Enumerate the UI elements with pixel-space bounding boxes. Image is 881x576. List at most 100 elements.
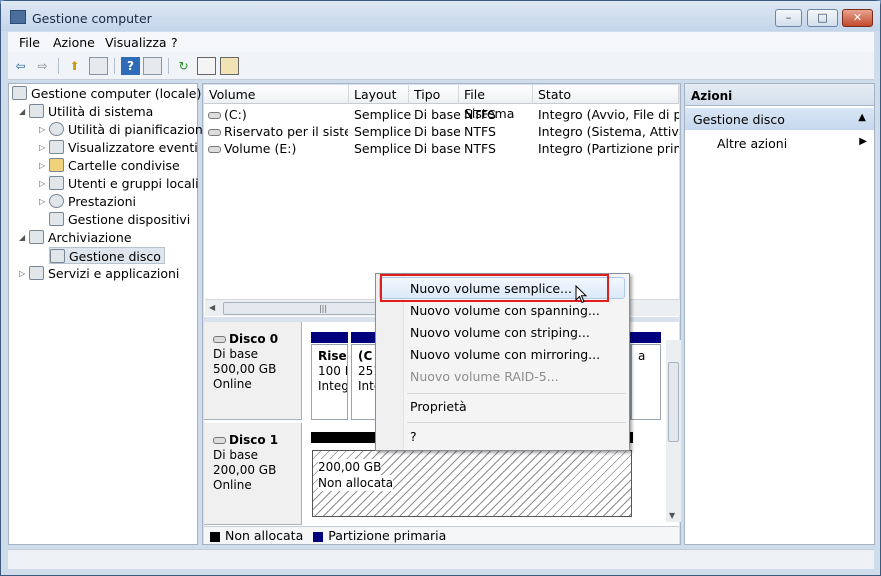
column-header-filesystem[interactable]: File Sistema — [459, 85, 533, 121]
show-hide-action-pane-icon[interactable] — [143, 57, 162, 75]
tree-item-system-tools[interactable]: ◢ Utilità di sistema — [19, 103, 153, 120]
forward-icon[interactable]: ⇨ — [33, 57, 52, 75]
menu-separator — [407, 422, 626, 423]
vertical-scrollbar[interactable]: ▼ — [666, 340, 681, 522]
legend: Non allocata Partizione primaria — [204, 526, 679, 544]
menu-item-new-striped-volume[interactable]: Nuovo volume con striping... — [410, 325, 590, 341]
up-folder-icon[interactable]: ⬆ — [65, 57, 84, 75]
tree-item-label: Gestione computer (locale) — [31, 86, 202, 101]
tree-item-device-manager[interactable]: Gestione dispositivi — [49, 211, 190, 228]
menu-azione[interactable]: Azione — [53, 35, 95, 50]
tree-item-label: Prestazioni — [68, 194, 137, 209]
unallocated-label: Non allocata — [318, 475, 394, 491]
table-row[interactable]: Volume (E:) — [208, 140, 348, 157]
volume-type: Di base — [414, 107, 461, 122]
menu-item-new-spanned-volume[interactable]: Nuovo volume con spanning... — [410, 303, 600, 319]
volume-name: (C:) — [224, 107, 247, 122]
collapsed-triangle-icon[interactable]: ▷ — [39, 157, 49, 174]
computer-management-icon — [10, 10, 26, 24]
disk-management-icon — [50, 249, 65, 263]
legend-swatch-primary — [313, 531, 324, 542]
tree-item-label: Utilità di pianificazione — [68, 122, 211, 137]
column-header-type[interactable]: Tipo — [409, 85, 459, 104]
collapsed-triangle-icon[interactable]: ▷ — [39, 193, 49, 210]
minimize-button[interactable]: – — [775, 9, 802, 27]
disk-status: Online — [213, 377, 252, 391]
collapse-up-icon[interactable]: ▲ — [858, 112, 866, 123]
column-header-volume[interactable]: Volume — [204, 85, 349, 104]
tree-item-label: Gestione dispositivi — [68, 212, 191, 227]
refresh-icon[interactable]: ↻ — [174, 57, 193, 75]
partition-status: Integ — [318, 379, 348, 393]
volume-name: Volume (E:) — [224, 141, 297, 156]
services-icon — [29, 266, 44, 280]
tree-item-performance[interactable]: ▷ Prestazioni — [39, 193, 136, 210]
tree-item-local-users[interactable]: ▷ Utenti e gruppi locali — [39, 175, 199, 192]
menu-item-help[interactable]: ? — [410, 429, 417, 445]
tree-item-storage[interactable]: ◢ Archiviazione — [19, 229, 132, 246]
tree-item-services[interactable]: ▷ Servizi e applicazioni — [19, 265, 179, 282]
tree-item-label: Gestione disco — [69, 249, 161, 264]
table-row[interactable]: (C:) — [208, 106, 348, 123]
menu-help[interactable]: ? — [171, 35, 178, 50]
column-header-status[interactable]: Stato — [533, 85, 679, 104]
tree-item-label: Utilità di sistema — [48, 104, 154, 119]
status-bar — [8, 549, 874, 569]
computer-icon — [12, 86, 27, 100]
legend-swatch-unallocated — [210, 531, 220, 542]
partition-title: Rise — [318, 349, 347, 363]
menu-item-properties[interactable]: Proprietà — [410, 399, 467, 415]
disk-0-label[interactable]: Disco 0 Di base 500,00 GB Online — [204, 322, 302, 420]
collapsed-triangle-icon[interactable]: ▷ — [39, 139, 49, 156]
unallocated-space[interactable]: 200,00 GB Non allocata — [312, 450, 632, 517]
show-hide-tree-icon[interactable] — [89, 57, 108, 75]
drive-icon — [208, 146, 221, 153]
volume-status: Integro (Avvio, File di pagin — [538, 107, 679, 122]
collapsed-triangle-icon[interactable]: ▷ — [39, 175, 49, 192]
menu-visualizza[interactable]: Visualizza — [105, 35, 167, 50]
partition-type-bar — [311, 332, 348, 343]
menu-file[interactable]: File — [19, 35, 40, 50]
menu-separator — [407, 393, 626, 394]
collapsed-triangle-icon[interactable]: ▷ — [19, 265, 29, 282]
legend-label-primary: Partizione primaria — [328, 528, 447, 543]
maximize-button[interactable]: □ — [807, 9, 838, 27]
scroll-down-icon[interactable]: ▼ — [669, 511, 675, 520]
storage-icon — [29, 230, 44, 244]
volume-filesystem: NTFS — [464, 141, 496, 156]
more-actions-label: Altre azioni — [717, 136, 788, 151]
collapsed-triangle-icon[interactable]: ▷ — [39, 121, 49, 138]
tree-item-shared-folders[interactable]: ▷ Cartelle condivise — [39, 157, 180, 174]
scrollbar-thumb[interactable] — [668, 362, 679, 442]
disk-name: Disco 1 — [213, 433, 301, 448]
menu-item-new-mirrored-volume[interactable]: Nuovo volume con mirroring... — [410, 347, 600, 363]
disk-size: 200,00 GB — [213, 463, 277, 477]
actions-group-disk-management[interactable]: Gestione disco ▲ — [685, 108, 874, 130]
tree-item-event-viewer[interactable]: ▷ Visualizzatore eventi — [39, 139, 198, 156]
partition-reserved[interactable]: Rise 100 M Integ — [311, 344, 348, 420]
properties-icon[interactable] — [197, 57, 216, 75]
disk-name-text: Disco 0 — [229, 332, 279, 346]
disk-1-label[interactable]: Disco 1 Di base 200,00 GB Online — [204, 423, 302, 525]
disk-type: Di base — [213, 448, 258, 462]
export-list-icon[interactable] — [220, 57, 239, 75]
tree-item-task-scheduler[interactable]: ▷ Utilità di pianificazione — [39, 121, 211, 138]
expanded-triangle-icon[interactable]: ◢ — [19, 103, 29, 120]
help-icon[interactable]: ? — [121, 57, 140, 75]
expanded-triangle-icon[interactable]: ◢ — [19, 229, 29, 246]
partition-e[interactable]: a — [631, 344, 661, 420]
title-bar[interactable]: Gestione computer – □ ✕ — [1, 1, 880, 31]
drive-icon — [208, 129, 221, 136]
more-actions[interactable]: Altre azioni ▶ — [717, 136, 867, 151]
tree-item-label: Servizi e applicazioni — [48, 266, 180, 281]
clock-icon — [49, 122, 64, 136]
table-row[interactable]: Riservato per il sistema — [208, 123, 348, 140]
tree-item-disk-management[interactable]: Gestione disco — [49, 247, 165, 264]
close-button[interactable]: ✕ — [842, 9, 873, 27]
column-header-layout[interactable]: Layout — [349, 85, 409, 104]
submenu-arrow-icon: ▶ — [859, 136, 867, 147]
scroll-left-icon[interactable]: ◀ — [209, 303, 215, 312]
tree-item-root[interactable]: Gestione computer (locale) — [12, 85, 201, 102]
computer-management-window: Gestione computer – □ ✕ File Azione Visu… — [0, 0, 881, 576]
back-icon[interactable]: ⇦ — [11, 57, 30, 75]
